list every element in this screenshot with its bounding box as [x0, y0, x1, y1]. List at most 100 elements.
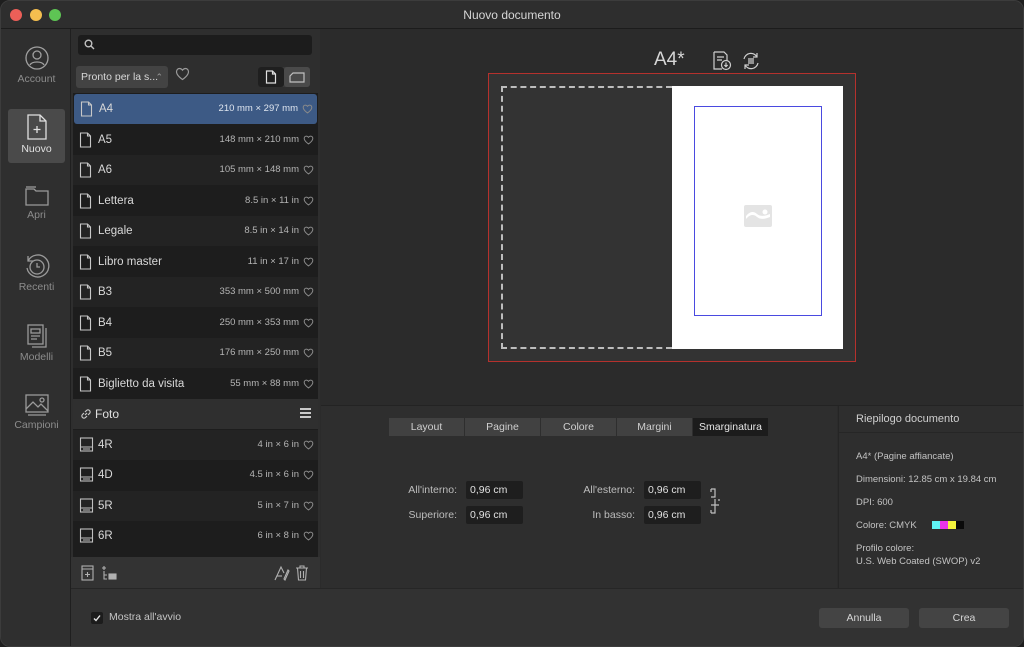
link-icon [81, 409, 91, 419]
favorite-heart-icon[interactable] [303, 348, 314, 358]
preset-filter-select[interactable]: Pronto per la s... ⌃ [76, 66, 168, 88]
favorite-heart-icon[interactable] [303, 165, 314, 175]
tab-colore[interactable]: Colore [541, 418, 616, 436]
favorite-heart-icon[interactable] [303, 531, 314, 541]
favorite-heart-icon[interactable] [303, 379, 314, 389]
preset-group-header[interactable]: Foto [73, 399, 318, 429]
preset-row[interactable]: A4 210 mm × 297 mm [74, 94, 317, 124]
nav-templates[interactable]: Modelli [8, 319, 65, 373]
preset-row[interactable]: A6 105 mm × 148 mm [73, 155, 318, 185]
preset-name: A5 [98, 133, 113, 146]
nav-new[interactable]: Nuovo [8, 109, 65, 163]
preset-row[interactable]: Biglietto da visita 55 mm × 88 mm [73, 369, 318, 399]
photo-preset-icon [79, 528, 94, 543]
nav-account[interactable]: Account [8, 41, 65, 95]
favorite-heart-icon[interactable] [303, 196, 314, 206]
landscape-orientation-button[interactable] [284, 67, 310, 87]
preset-row[interactable]: B5 176 mm × 250 mm [73, 338, 318, 368]
account-icon [24, 46, 49, 70]
tab-smarginatura[interactable]: Smarginatura [693, 418, 768, 436]
window-title: Nuovo documento [463, 8, 561, 22]
preset-filter-value: Pronto per la s... [81, 71, 159, 83]
preset-row[interactable]: Legale 8.5 in × 14 in [73, 216, 318, 246]
favorite-heart-icon[interactable] [303, 226, 314, 236]
preset-name: Lettera [98, 194, 134, 207]
preset-size: 105 mm × 148 mm [219, 164, 299, 175]
show-on-start-checkbox[interactable] [91, 612, 103, 624]
preset-row[interactable]: B3 353 mm × 500 mm [73, 277, 318, 307]
rename-preset-icon[interactable] [274, 565, 290, 581]
preset-row[interactable]: A5 148 mm × 210 mm [73, 125, 318, 155]
add-category-icon[interactable] [101, 565, 117, 581]
preset-size: 55 mm × 88 mm [230, 377, 299, 389]
preset-search-input[interactable] [78, 35, 312, 55]
new-document-window: Nuovo documento Account Nuovo Apri Recen… [0, 0, 1024, 647]
tab-pagine[interactable]: Pagine [465, 418, 540, 436]
favorite-heart-icon[interactable] [303, 470, 314, 480]
show-on-start-label[interactable]: Mostra all'avvio [109, 611, 181, 623]
document-summary: Riepilogo documento A4* (Pagine affianca… [838, 406, 1023, 588]
photo-preset-icon [79, 497, 94, 513]
preset-row[interactable]: 4D 4.5 in × 6 in [73, 460, 318, 490]
group-menu-icon[interactable] [300, 408, 311, 418]
portrait-orientation-button[interactable] [258, 67, 284, 87]
preset-row[interactable]: 6R 6 in × 8 in [73, 521, 318, 551]
preset-list-toolbar [71, 557, 320, 588]
templates-icon [26, 324, 47, 348]
bleed-outside-input[interactable] [644, 481, 701, 499]
tab-layout[interactable]: Layout [389, 418, 464, 436]
save-preset-icon[interactable] [712, 51, 732, 71]
preset-row[interactable]: Libro master 11 in × 17 in [73, 247, 318, 277]
photo-preset-icon [79, 467, 94, 482]
nav-samples-label: Campioni [14, 419, 59, 431]
favorite-heart-icon[interactable] [302, 104, 313, 114]
nav-open[interactable]: Apri [8, 179, 65, 233]
cancel-button[interactable]: Annulla [819, 608, 909, 628]
create-button[interactable]: Crea [919, 608, 1009, 628]
preset-size: 176 mm × 250 mm [219, 347, 299, 358]
preset-name: 6R [98, 530, 113, 542]
favorite-heart-icon[interactable] [303, 318, 314, 328]
nav-new-label: Nuovo [21, 143, 52, 155]
cyan-swatch [932, 521, 940, 529]
nav-samples[interactable]: Campioni [8, 389, 65, 443]
preview-document-title: A4* [654, 49, 685, 70]
nav-recent[interactable]: Recenti [8, 249, 65, 303]
preset-name: B4 [98, 316, 113, 329]
yellow-swatch [948, 521, 956, 529]
nav-recent-label: Recenti [18, 281, 55, 293]
preset-name: Libro master [98, 255, 162, 268]
link-values-chain-icon[interactable] [710, 487, 720, 515]
delete-preset-icon[interactable] [295, 565, 309, 581]
preset-size: 210 mm × 297 mm [218, 103, 298, 114]
preset-row[interactable]: B4 250 mm × 353 mm [73, 308, 318, 338]
bleed-top-input[interactable] [466, 506, 523, 524]
page-icon [79, 284, 92, 300]
preset-row[interactable]: Lettera 8.5 in × 11 in [73, 186, 318, 216]
favorite-heart-icon[interactable] [303, 287, 314, 297]
preset-name: A6 [98, 164, 113, 176]
bleed-bottom-input[interactable] [644, 506, 701, 524]
preset-size: 353 mm × 500 mm [219, 286, 299, 297]
preset-size: 250 mm × 353 mm [219, 316, 299, 328]
bleed-inside-label: All'interno: [408, 484, 457, 496]
tab-margini[interactable]: Margini [617, 418, 692, 436]
preset-row[interactable]: 5R 5 in × 7 in [73, 490, 318, 521]
bleed-inside-input[interactable] [466, 481, 523, 499]
favorite-heart-icon[interactable] [303, 257, 314, 267]
swap-orientation-icon[interactable] [741, 51, 761, 71]
preset-size: 8.5 in × 14 in [244, 225, 299, 236]
add-preset-icon[interactable] [81, 565, 94, 581]
preset-row[interactable]: 4R 4 in × 6 in [73, 429, 318, 460]
right-page-preview [672, 86, 843, 349]
summary-color-row: Colore: CMYK [856, 520, 964, 531]
favorite-heart-icon[interactable] [303, 135, 314, 145]
nav-templates-label: Modelli [19, 351, 54, 363]
recent-icon [25, 254, 49, 278]
bleed-top-label: Superiore: [408, 509, 457, 521]
favorites-filter-heart-icon[interactable] [175, 67, 190, 81]
preset-size: 5 in × 7 in [257, 499, 299, 511]
favorite-heart-icon[interactable] [303, 501, 314, 511]
favorite-heart-icon[interactable] [303, 440, 314, 450]
photo-preset-icon [79, 436, 94, 452]
